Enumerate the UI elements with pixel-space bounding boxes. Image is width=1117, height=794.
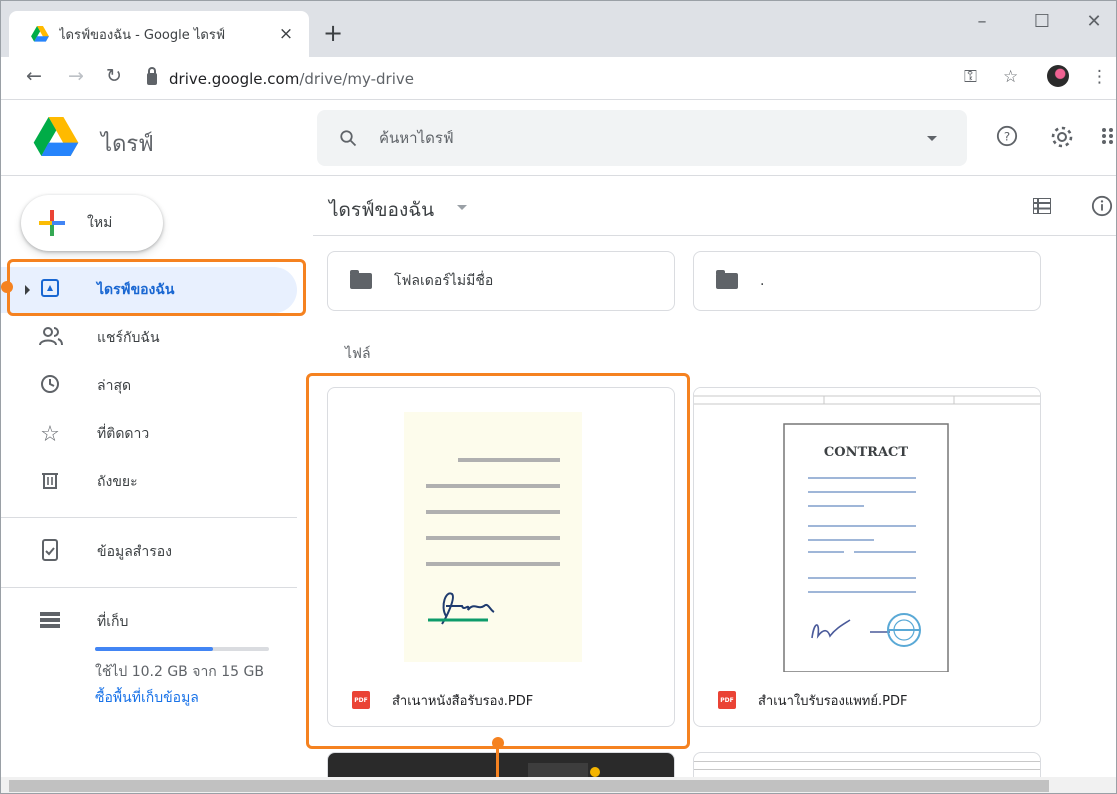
shared-icon — [39, 326, 63, 351]
back-icon[interactable]: ← — [21, 65, 47, 87]
new-tab-button[interactable]: + — [323, 21, 343, 45]
bookmark-star-icon[interactable]: ☆ — [1003, 67, 1018, 87]
folder-icon — [350, 270, 372, 289]
sidebar-item-label: ที่เก็บ — [97, 614, 129, 630]
file-name: สำเนาใบรับรองแพทย์.PDF — [758, 693, 908, 709]
horizontal-scrollbar[interactable] — [1, 777, 1116, 793]
sidebar-item-trash[interactable]: ถังขยะ — [1, 459, 297, 505]
folder-icon — [716, 270, 738, 289]
annotation-dot — [492, 737, 504, 749]
thumbnail-heading: CONTRACT — [824, 445, 908, 460]
sidebar-item-starred[interactable]: ☆ ที่ติดดาว — [1, 411, 297, 457]
storage-usage-text: ใช้ไป 10.2 GB จาก 15 GB — [95, 664, 264, 680]
tab-close-icon[interactable]: × — [275, 24, 297, 44]
search-bar[interactable]: ค้นหาไดรฟ์ — [317, 110, 967, 166]
url-text: drive.google.com/drive/my-drive — [169, 69, 414, 88]
list-view-icon[interactable] — [1033, 198, 1051, 214]
page-title[interactable]: ไดรฟ์ของฉัน — [329, 195, 434, 225]
sidebar-item-label: แชร์กับฉัน — [97, 330, 160, 346]
new-button[interactable]: ใหม่ — [21, 195, 163, 251]
sidebar-divider — [1, 517, 297, 518]
folder-name: . — [760, 273, 765, 289]
address-bar[interactable]: drive.google.com/drive/my-drive — [139, 63, 1039, 94]
forward-icon[interactable]: → — [63, 65, 89, 87]
search-options-icon[interactable] — [927, 135, 937, 141]
search-input[interactable]: ค้นหาไดรฟ์ — [379, 126, 927, 150]
folder-card[interactable]: โฟลเดอร์ไม่มีชื่อ — [327, 251, 675, 311]
clock-icon — [39, 374, 61, 399]
window-close-icon[interactable]: ✕ — [1079, 11, 1109, 32]
sidebar-item-backup[interactable]: ข้อมูลสำรอง — [1, 529, 297, 575]
kebab-menu-icon[interactable]: ⋮ — [1091, 67, 1108, 87]
annotation-highlight-my-drive — [7, 259, 306, 316]
drive-favicon-icon — [31, 26, 49, 42]
minimize-icon[interactable]: – — [967, 11, 997, 32]
sidebar-item-label: ที่ติดดาว — [97, 426, 150, 442]
storage-progress-fill — [95, 647, 214, 651]
sidebar-item-shared[interactable]: แชร์กับฉัน — [1, 315, 297, 361]
profile-avatar[interactable] — [1047, 65, 1069, 87]
sidebar-item-label: ข้อมูลสำรอง — [97, 544, 172, 560]
file-thumbnail: CONTRACT — [694, 388, 1040, 673]
svg-text:?: ? — [1004, 130, 1010, 144]
annotation-dot — [1, 281, 13, 293]
browser-window: ไดรฟ์ของฉัน - Google ไดรฟ์ × + – ☐ ✕ ← →… — [0, 0, 1117, 794]
sidebar-item-label: ถังขยะ — [97, 474, 138, 490]
sidebar-item-recent[interactable]: ล่าสุด — [1, 363, 297, 409]
sidebar-item-label: ล่าสุด — [97, 378, 132, 394]
title-dropdown-icon[interactable] — [457, 205, 467, 210]
drive-header: ไดรฟ์ ค้นหาไดรฟ์ ? — [1, 101, 1117, 176]
key-icon[interactable]: ⚿ — [964, 67, 977, 87]
annotation-highlight-file — [306, 373, 690, 749]
folder-card[interactable]: . — [693, 251, 1041, 311]
settings-icon[interactable] — [1050, 125, 1074, 149]
help-icon[interactable]: ? — [996, 125, 1018, 147]
sidebar-item-storage[interactable]: ที่เก็บ — [1, 599, 297, 645]
sidebar-divider — [1, 587, 297, 588]
drive-logo-icon[interactable] — [33, 117, 79, 157]
browser-tab[interactable]: ไดรฟ์ของฉัน - Google ไดรฟ์ × — [9, 11, 309, 57]
tab-strip: ไดรฟ์ของฉัน - Google ไดรฟ์ × + – ☐ ✕ — [1, 1, 1116, 57]
pdf-file-icon: PDF — [718, 691, 736, 709]
buy-storage-link[interactable]: ซื้อพื้นที่เก็บข้อมูล — [95, 687, 199, 709]
browser-toolbar: ← → ↻ drive.google.com/drive/my-drive ⚿ … — [1, 57, 1116, 100]
apps-grid-icon[interactable] — [1101, 125, 1117, 147]
file-footer: PDF สำเนาใบรับรองแพทย์.PDF — [694, 672, 1040, 726]
storage-progress-bar — [95, 647, 269, 651]
header-divider — [313, 235, 1116, 236]
lock-icon — [147, 66, 157, 85]
search-icon[interactable] — [339, 129, 357, 147]
files-section-label: ไฟล์ — [345, 346, 371, 362]
file-card[interactable]: CONTRACT PDF สำเนาใบรับรองแพทย์.PDF — [693, 387, 1041, 727]
document-preview-image: CONTRACT — [694, 388, 1040, 673]
backup-icon — [39, 538, 61, 566]
tab-title: ไดรฟ์ของฉัน - Google ไดรฟ์ — [59, 27, 226, 43]
scrollbar-thumb[interactable] — [9, 780, 1049, 792]
app-title[interactable]: ไดรฟ์ — [101, 126, 154, 161]
plus-icon — [39, 210, 65, 236]
new-button-label: ใหม่ — [87, 215, 113, 231]
reload-icon[interactable]: ↻ — [101, 65, 127, 87]
folder-name: โฟลเดอร์ไม่มีชื่อ — [394, 273, 494, 289]
maximize-icon[interactable]: ☐ — [1027, 11, 1057, 32]
info-icon[interactable] — [1091, 195, 1113, 217]
star-icon: ☆ — [40, 421, 60, 447]
trash-icon — [39, 471, 61, 494]
storage-icon — [39, 611, 61, 633]
